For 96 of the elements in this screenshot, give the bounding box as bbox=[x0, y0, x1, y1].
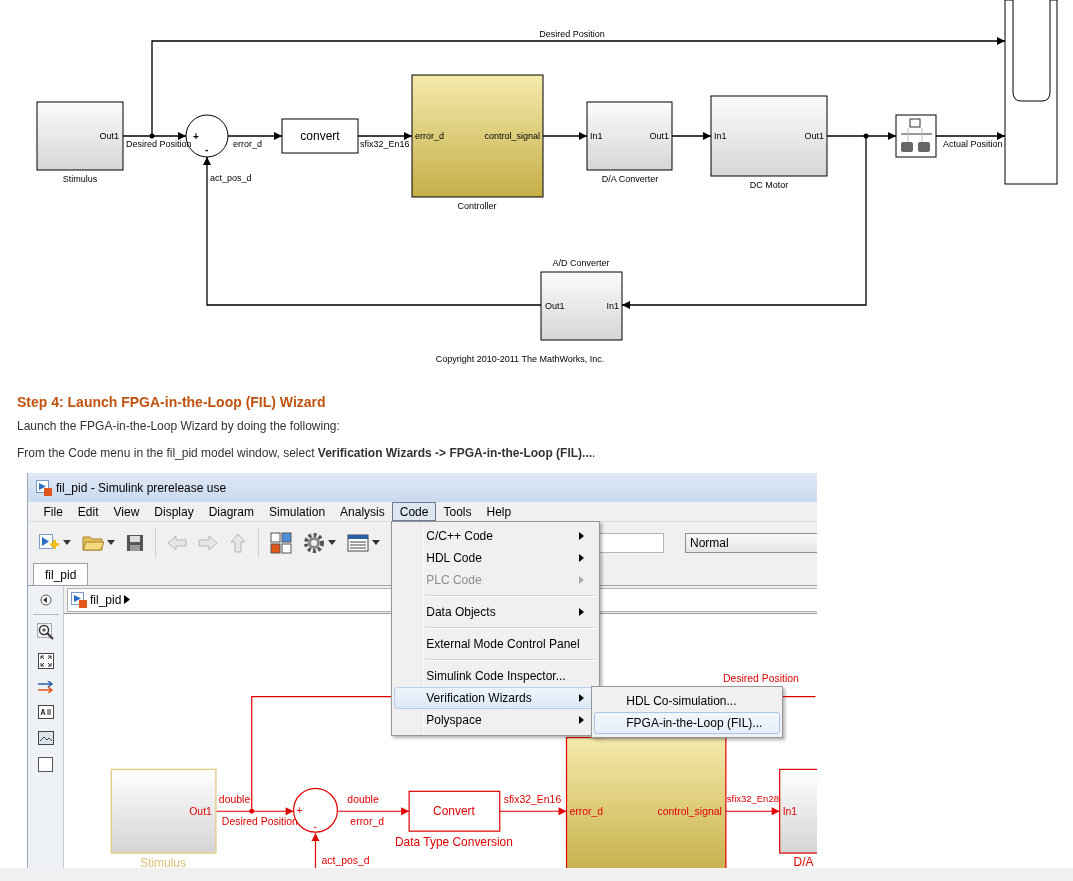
port-label: error_d bbox=[415, 131, 444, 141]
caret-icon[interactable] bbox=[328, 540, 336, 545]
block-label: Stimulus bbox=[62, 174, 98, 184]
sign-label: + bbox=[296, 805, 303, 817]
simulation-mode-dropdown[interactable]: Normal bbox=[685, 532, 817, 553]
block-label: Controller bbox=[457, 201, 497, 211]
converter-block[interactable] bbox=[540, 271, 623, 341]
block-label: DC Motor bbox=[749, 180, 789, 190]
image-icon[interactable] bbox=[37, 731, 54, 745]
signal-line bbox=[311, 832, 320, 868]
signal-label: act_pos_d bbox=[210, 173, 252, 183]
save-icon[interactable] bbox=[126, 533, 144, 552]
sign-label: - bbox=[313, 821, 317, 833]
menu-item[interactable]: File bbox=[36, 502, 71, 521]
port-label: In1 bbox=[714, 131, 727, 141]
square-icon[interactable] bbox=[38, 757, 53, 772]
controller-block[interactable] bbox=[565, 736, 727, 868]
block-label: Data Type Conversion bbox=[395, 835, 513, 850]
signal-label: Desired Position bbox=[221, 816, 298, 828]
table-icon[interactable] bbox=[347, 533, 369, 552]
library-icon[interactable] bbox=[270, 531, 292, 554]
menu-item[interactable]: FPGA-in-the-Loop (FIL)... bbox=[594, 712, 781, 734]
caret-icon[interactable] bbox=[107, 540, 115, 545]
menu-item[interactable]: C/C++ Code bbox=[394, 525, 598, 547]
block-text: Convert bbox=[433, 804, 475, 819]
controller-block[interactable] bbox=[411, 74, 544, 198]
caret-icon[interactable] bbox=[63, 540, 71, 545]
stimulus-block[interactable] bbox=[36, 101, 124, 171]
zoom-icon[interactable] bbox=[36, 623, 55, 641]
window-title: fil_pid - Simulink prerelease use bbox=[56, 480, 227, 495]
menu-item[interactable]: Edit bbox=[70, 502, 107, 521]
block-label: Stimulus bbox=[140, 856, 186, 868]
convert-block[interactable] bbox=[281, 118, 359, 154]
menu-item[interactable]: View bbox=[106, 502, 147, 521]
intro-text: Launch the FPGA-in-the-Loop Wizard by doing the following: bbox=[17, 419, 341, 434]
signal-label: Desired Position bbox=[722, 672, 799, 684]
scope-block[interactable] bbox=[1004, 0, 1058, 185]
menu-item[interactable]: Tools bbox=[435, 502, 479, 521]
tab[interactable]: fil_pid bbox=[33, 563, 89, 585]
settings-icon[interactable] bbox=[303, 531, 325, 554]
block-label: D/A Converter bbox=[601, 174, 659, 184]
block-label: A/D Converter bbox=[552, 258, 610, 268]
menu-item[interactable]: Data Objects bbox=[394, 601, 598, 623]
branch-point bbox=[149, 133, 155, 139]
menu-item[interactable]: Help bbox=[478, 502, 519, 521]
caret-icon[interactable] bbox=[372, 540, 380, 545]
caret-icon[interactable] bbox=[124, 595, 131, 604]
instruction-text: From the Code menu in the fil_pid model window, select Verification Wizards -> FPGA-in-the-Loop (FIL).... bbox=[17, 446, 597, 461]
navigate-back-icon[interactable] bbox=[39, 594, 52, 606]
signal-label: Actual Position bbox=[943, 139, 1003, 149]
signal-label: Desired Position bbox=[539, 29, 605, 39]
port-label: control_signal bbox=[657, 806, 722, 818]
sign-label: - bbox=[205, 144, 209, 155]
menu-item[interactable]: Simulink Code Inspector... bbox=[394, 665, 598, 687]
port-label: Out1 bbox=[804, 131, 824, 141]
copyright-text: Copyright 2010-2011 The MathWorks, Inc. bbox=[435, 354, 605, 364]
port-label: In1 bbox=[590, 131, 603, 141]
menu-item[interactable]: Diagram bbox=[201, 502, 262, 521]
block-label: D/A bbox=[793, 855, 814, 868]
signal-label: double bbox=[218, 794, 251, 806]
step-heading: Step 4: Launch FPGA-in-the-Loop (FIL) Wizard bbox=[17, 394, 327, 411]
port-label: error_d bbox=[569, 806, 604, 818]
branch-point bbox=[863, 133, 869, 139]
menu-item[interactable]: External Mode Control Panel bbox=[394, 633, 598, 655]
annotation-icon[interactable] bbox=[37, 705, 54, 719]
port-label: In1 bbox=[606, 301, 619, 311]
fit-view-icon[interactable] bbox=[37, 653, 54, 669]
port-label: Out1 bbox=[545, 301, 565, 311]
sign-label: + bbox=[193, 131, 199, 142]
port-label: Out1 bbox=[99, 131, 119, 141]
signal-label: error_d bbox=[350, 816, 384, 828]
model-icon bbox=[36, 479, 52, 496]
signal-label: double bbox=[347, 794, 379, 806]
converter-block[interactable] bbox=[586, 101, 673, 171]
signal-label: act_pos_d bbox=[321, 855, 370, 866]
port-label: control_signal bbox=[484, 131, 540, 141]
transfer-block[interactable] bbox=[895, 114, 937, 158]
menu-item[interactable]: Display bbox=[146, 502, 202, 521]
menu-item[interactable]: Analysis bbox=[332, 502, 393, 521]
signal-label: sfix32_En16 bbox=[360, 139, 410, 149]
menu-item[interactable]: Code bbox=[392, 502, 436, 521]
model-icon bbox=[71, 591, 87, 608]
port-label: In1 bbox=[782, 806, 798, 818]
arrows-icon[interactable] bbox=[37, 681, 54, 693]
port-label: Out1 bbox=[649, 131, 669, 141]
motor-block[interactable] bbox=[710, 95, 828, 177]
signal-label: sfix32_En16 bbox=[503, 794, 562, 806]
signal-label: sfix32_En28 bbox=[726, 793, 779, 805]
menu-item[interactable]: HDL Code bbox=[394, 547, 598, 569]
converter-block[interactable] bbox=[779, 768, 817, 854]
signal-label: error_d bbox=[233, 139, 262, 149]
block-text: convert bbox=[300, 129, 340, 143]
menu-item[interactable]: Simulation bbox=[261, 502, 333, 521]
port-label: Out1 bbox=[189, 806, 212, 818]
breadcrumb-link[interactable]: fil_pid bbox=[90, 592, 122, 607]
branch-point bbox=[249, 808, 255, 814]
